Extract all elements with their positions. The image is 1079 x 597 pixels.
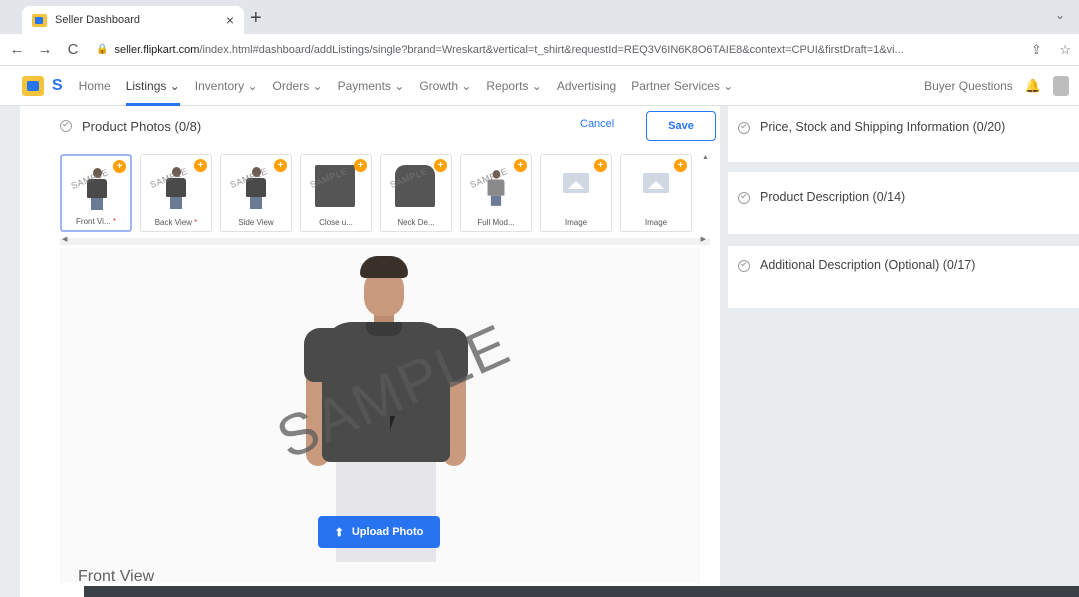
nav-partner-services[interactable]: Partner Services ⌄ — [631, 66, 733, 106]
nav-payments[interactable]: Payments ⌄ — [338, 66, 405, 106]
new-tab-icon[interactable]: + — [250, 8, 262, 28]
nav-reports[interactable]: Reports ⌄ — [486, 66, 541, 106]
add-photo-plus-icon[interactable]: + — [113, 160, 126, 173]
section-title: Product Description (0/14) — [760, 190, 906, 204]
image-placeholder-icon — [563, 173, 589, 193]
cancel-button[interactable]: Cancel — [580, 118, 614, 130]
upload-photo-button[interactable]: ⬆ Upload Photo — [318, 516, 440, 548]
section-check-icon — [60, 120, 72, 132]
price-stock-section[interactable]: Price, Stock and Shipping Information (0… — [728, 106, 1079, 162]
nav-growth[interactable]: Growth ⌄ — [419, 66, 471, 106]
upload-photo-label: Upload Photo — [351, 526, 424, 538]
nav-home[interactable]: Home — [79, 66, 111, 106]
scroll-up-icon[interactable]: ▲ — [702, 154, 709, 161]
additional-description-section[interactable]: Additional Description (Optional) (0/17) — [728, 246, 1079, 308]
add-photo-plus-icon[interactable]: + — [274, 159, 287, 172]
flipkart-favicon-icon — [32, 13, 47, 27]
forward-arrow-icon[interactable]: → — [34, 41, 56, 58]
browser-tab[interactable]: Seller Dashboard × — [22, 6, 244, 34]
bell-icon[interactable]: 🔔 — [1025, 78, 1041, 94]
section-check-icon — [738, 260, 750, 272]
section-check-icon — [738, 192, 750, 204]
save-button[interactable]: Save — [646, 111, 716, 141]
lock-icon: 🔒 — [96, 44, 109, 55]
nav-orders[interactable]: Orders ⌄ — [273, 66, 323, 106]
upload-icon: ⬆ — [334, 526, 344, 539]
add-photo-plus-icon[interactable]: + — [434, 159, 447, 172]
url-domain: seller.flipkart.com — [114, 43, 200, 56]
thumbnail-label: Image — [564, 218, 588, 227]
current-view-caption: Front View — [78, 568, 155, 585]
profile-icon[interactable] — [1053, 76, 1069, 96]
scroll-right-icon[interactable]: ▶ — [701, 235, 706, 243]
nav-right-group: Buyer Questions 🔔 — [924, 66, 1069, 106]
section-title: Additional Description (Optional) (0/17) — [760, 258, 976, 272]
bookmark-star-icon[interactable]: ☆ — [1059, 42, 1071, 57]
thumbnail-label: Front Vi... * — [76, 217, 116, 226]
thumbnail-vertical-scrollbar[interactable]: ▲ — [702, 154, 710, 234]
required-mark: * — [194, 218, 198, 227]
thumbnail-full-model[interactable]: SAMPLE + Full Mod... — [460, 154, 532, 232]
add-photo-plus-icon[interactable]: + — [674, 159, 687, 172]
mouse-cursor-icon — [390, 416, 400, 430]
add-photo-plus-icon[interactable]: + — [354, 159, 367, 172]
nav-listings[interactable]: Listings ⌄ — [125, 66, 180, 106]
nav-inventory[interactable]: Inventory ⌄ — [195, 66, 258, 106]
thumbnail-close-up[interactable]: SAMPLE + Close u... — [300, 154, 372, 232]
photos-header: Product Photos (0/8) Cancel Save — [20, 106, 720, 146]
url-field[interactable]: seller.flipkart.com/index.html#dashboard… — [114, 44, 1004, 56]
thumbnail-label: Image — [644, 218, 668, 227]
reload-icon[interactable]: C — [62, 41, 84, 58]
nav-advertising[interactable]: Advertising — [557, 66, 616, 106]
add-photo-plus-icon[interactable]: + — [594, 159, 607, 172]
thumbnail-image-1[interactable]: + Image — [540, 154, 612, 232]
thumbnail-label: Back View * — [154, 218, 198, 227]
address-bar: ← → C 🔒 seller.flipkart.com/index.html#d… — [0, 34, 1079, 66]
share-icon[interactable]: ⇪ — [1031, 42, 1042, 57]
section-check-icon — [738, 122, 750, 134]
back-arrow-icon[interactable]: ← — [6, 41, 28, 58]
product-description-section[interactable]: Product Description (0/14) — [728, 172, 1079, 234]
flipkart-logo-icon[interactable] — [22, 75, 44, 96]
thumbnail-back-view[interactable]: SAMPLE + Back View * — [140, 154, 212, 232]
buyer-questions-link[interactable]: Buyer Questions — [924, 79, 1013, 93]
image-placeholder-icon — [643, 173, 669, 193]
photo-preview: SAMPLE ⬆ Upload Photo — [60, 248, 700, 583]
thumbnail-label: Neck De... — [397, 218, 435, 227]
thumbnail-label: Full Mod... — [477, 218, 515, 227]
close-tab-icon[interactable]: × — [226, 12, 234, 28]
seller-logo-letter[interactable]: S — [52, 77, 63, 95]
thumbnail-label: Side View — [238, 218, 274, 227]
thumbnail-horizontal-scrollbar[interactable]: ◀ ▶ — [60, 235, 710, 245]
add-photo-plus-icon[interactable]: + — [194, 159, 207, 172]
add-photo-plus-icon[interactable]: + — [514, 159, 527, 172]
scroll-left-icon[interactable]: ◀ — [62, 235, 67, 243]
app-nav-bar: S Home Listings ⌄ Inventory ⌄ Orders ⌄ P… — [0, 66, 1079, 106]
required-mark: * — [112, 217, 116, 226]
tab-search-chevron-icon[interactable]: ⌄ — [1055, 8, 1065, 22]
thumbnail-label: Close u... — [319, 218, 353, 227]
browser-tab-bar: Seller Dashboard × + ⌄ — [0, 0, 1079, 34]
photos-title: Product Photos (0/8) — [82, 118, 202, 134]
thumbnail-neck-detail[interactable]: SAMPLE + Neck De... — [380, 154, 452, 232]
section-title: Price, Stock and Shipping Information (0… — [760, 120, 1006, 134]
thumbnail-front-view[interactable]: SAMPLE + Front Vi... * — [60, 154, 132, 232]
thumbnail-strip: SAMPLE + Front Vi... * SAMPLE + Back Vie… — [60, 150, 710, 246]
tab-title: Seller Dashboard — [55, 14, 140, 26]
address-bar-actions: ⇪ ☆ — [1017, 42, 1071, 58]
bottom-overlay-bar — [84, 586, 1079, 597]
product-photos-panel: Product Photos (0/8) Cancel Save SAMPLE … — [20, 106, 720, 597]
thumbnail-image-2[interactable]: + Image — [620, 154, 692, 232]
url-path: /index.html#dashboard/addListings/single… — [199, 43, 904, 56]
thumbnail-side-view[interactable]: SAMPLE + Side View — [220, 154, 292, 232]
